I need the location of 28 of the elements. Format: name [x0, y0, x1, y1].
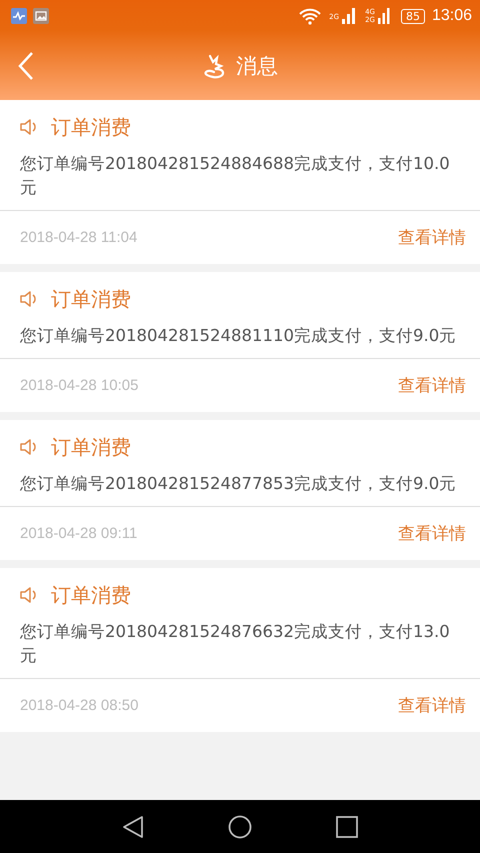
message-text: 您订单编号201804281524884688完成支付，支付10.0元	[0, 152, 480, 211]
signal-icon	[342, 8, 356, 24]
message-title: 订单消费	[51, 114, 131, 140]
image-icon	[33, 8, 49, 24]
message-time: 2018-04-28 10:05	[20, 377, 138, 394]
battery-indicator: 85	[400, 8, 425, 24]
view-details-link[interactable]: 查看详情	[398, 694, 466, 717]
view-details-link[interactable]: 查看详情	[398, 374, 466, 397]
back-button[interactable]	[18, 51, 34, 81]
wifi-icon	[298, 7, 322, 25]
view-details-link[interactable]: 查看详情	[398, 522, 466, 545]
signal-icon	[378, 8, 390, 24]
back-nav-icon[interactable]	[122, 814, 144, 838]
recents-nav-icon[interactable]	[336, 816, 358, 838]
message-time: 2018-04-28 09:11	[20, 525, 138, 542]
message-time: 2018-04-28 08:50	[20, 697, 138, 714]
message-title: 订单消费	[51, 582, 131, 608]
message-text: 您订单编号201804281524881110完成支付，支付9.0元	[0, 324, 480, 359]
message-time: 2018-04-28 11:04	[20, 229, 138, 246]
clock-time: 13:06	[432, 7, 472, 25]
page-title: 消息	[236, 53, 278, 80]
message-text: 您订单编号201804281524877853完成支付，支付9.0元	[0, 472, 480, 507]
message-title: 订单消费	[51, 286, 131, 312]
message-text: 您订单编号201804281524876632完成支付，支付13.0元	[0, 620, 480, 679]
home-nav-icon[interactable]	[228, 814, 252, 838]
health-app-icon	[11, 8, 27, 24]
message-title: 订单消费	[51, 434, 131, 460]
view-details-link[interactable]: 查看详情	[398, 226, 466, 249]
